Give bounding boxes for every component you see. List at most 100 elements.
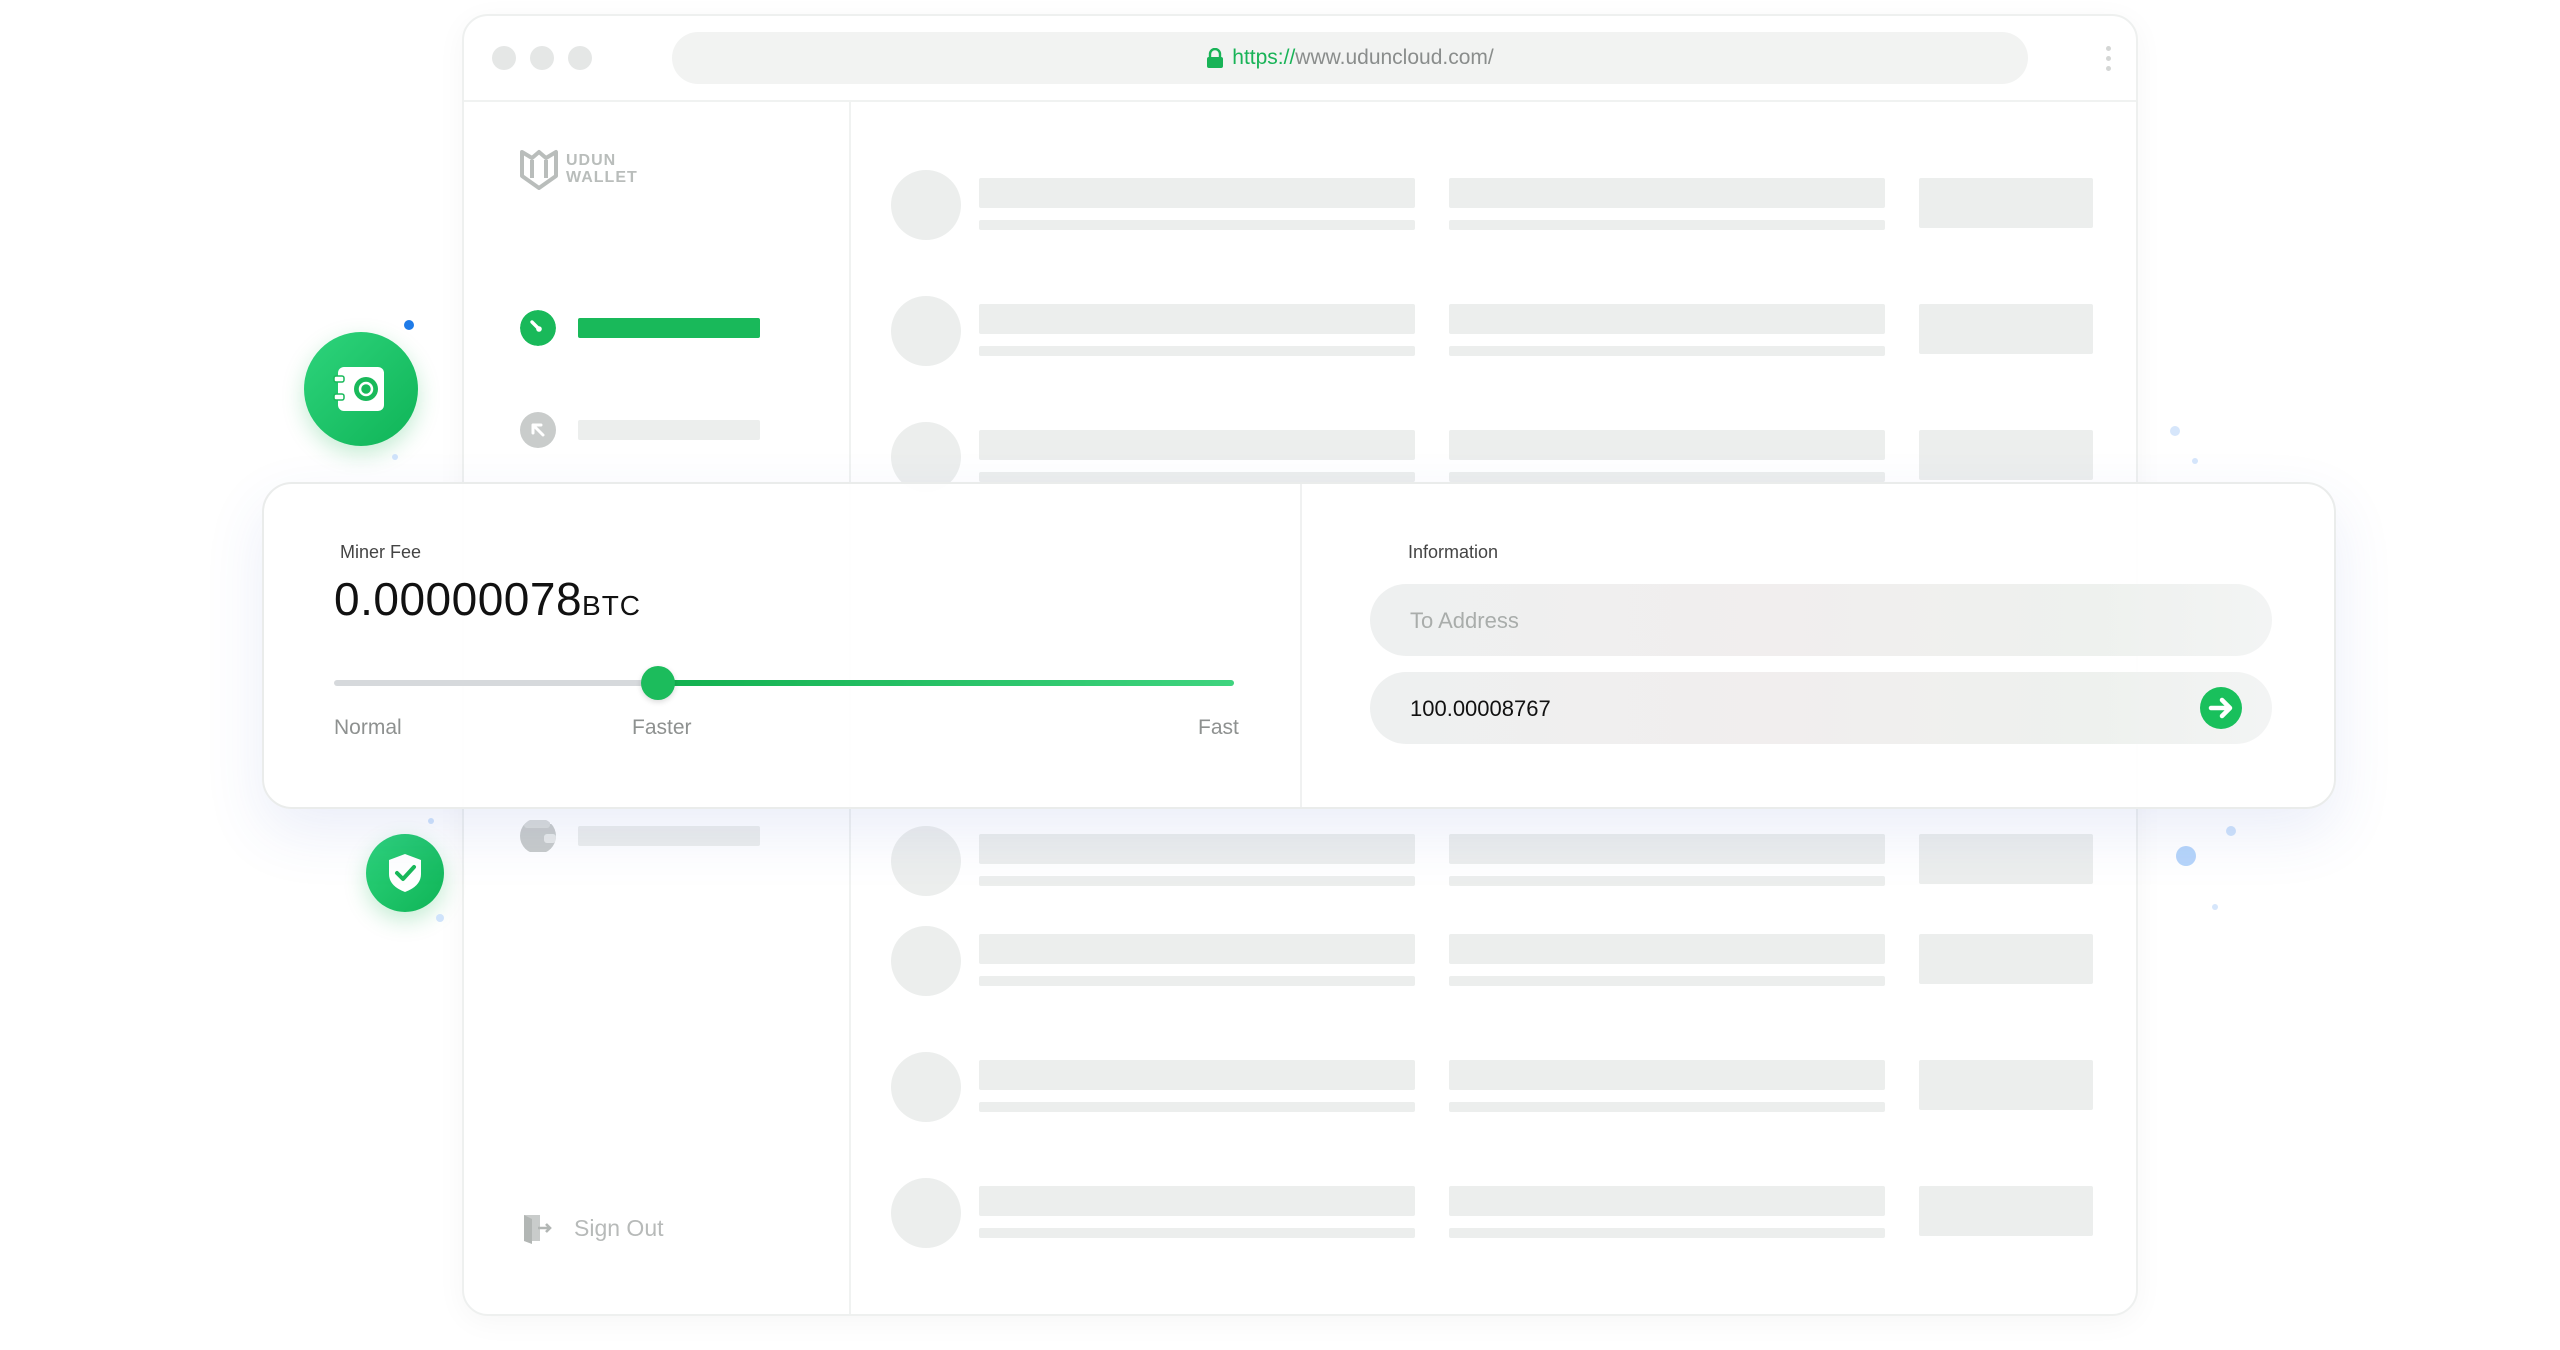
udun-wallet-logo[interactable]: UDUN WALLET (520, 148, 638, 190)
arrow-right-icon (2208, 697, 2233, 719)
skeleton-subtitle (979, 220, 1415, 230)
information-label: Information (1408, 542, 1499, 562)
sparkle-dot (436, 914, 444, 922)
skeleton-value (1919, 834, 2093, 884)
fee-tick-fast[interactable]: Fast (1198, 716, 1239, 740)
lock-icon (1207, 48, 1224, 68)
amount-value: 100.00008767 (1410, 696, 1551, 721)
fee-tick-faster[interactable]: Faster (632, 716, 692, 740)
fee-amount: 0.00000078 (334, 573, 583, 625)
sidebar-item-placeholder-bar (578, 826, 760, 846)
skeleton-value (1919, 178, 2093, 228)
miner-fee-value: 0.00000078BTC (334, 572, 641, 626)
skeleton-value (1919, 430, 2093, 480)
skeleton-title (1449, 304, 1885, 334)
list-item[interactable] (891, 170, 2096, 240)
skeleton-subtitle (979, 1228, 1415, 1238)
window-maximize-dot[interactable] (568, 46, 592, 70)
browser-menu-icon[interactable] (2106, 46, 2112, 76)
skeleton-subtitle (979, 976, 1415, 986)
skeleton-subtitle (1449, 472, 1885, 482)
to-address-field[interactable]: To Address (1370, 584, 2272, 656)
to-address-placeholder: To Address (1410, 608, 1519, 633)
skeleton-title (979, 304, 1415, 334)
skeleton-title (979, 1186, 1415, 1216)
address-bar[interactable]: https://www.uduncloud.com/ (672, 32, 2028, 84)
sidebar-item-placeholder-bar (578, 420, 760, 440)
shield-badge (366, 834, 444, 912)
miner-fee-label: Miner Fee (340, 542, 422, 562)
skeleton-subtitle (979, 1102, 1415, 1112)
sign-out-button[interactable]: Sign Out (520, 1212, 664, 1244)
skeleton-subtitle (1449, 346, 1885, 356)
avatar (891, 170, 961, 240)
sidebar-item-active-bar (578, 318, 760, 338)
sparkle-dot (428, 818, 434, 824)
logo-line-1: UDUN (566, 152, 617, 169)
skeleton-value (1919, 1186, 2093, 1236)
skeleton-title (1449, 430, 1885, 460)
fee-tick-normal[interactable]: Normal (334, 716, 402, 740)
window-minimize-dot[interactable] (530, 46, 554, 70)
sparkle-dot (2226, 826, 2236, 836)
withdraw-arrow-icon (520, 412, 556, 448)
skeleton-subtitle (979, 472, 1415, 482)
logo-line-2: WALLET (566, 169, 638, 186)
list-item[interactable] (891, 926, 2096, 996)
fee-slider-fill (658, 680, 1234, 686)
skeleton-subtitle (1449, 976, 1885, 986)
sidebar-item-dashboard[interactable] (520, 310, 760, 346)
skeleton-title (1449, 178, 1885, 208)
wallet-icon (520, 820, 556, 852)
sparkle-dot (2212, 904, 2218, 910)
skeleton-title (979, 934, 1415, 964)
list-item[interactable] (891, 1052, 2096, 1122)
skeleton-value (1919, 1060, 2093, 1110)
safe-vault-icon (333, 367, 384, 411)
skeleton-title (979, 1060, 1415, 1090)
skeleton-title (979, 178, 1415, 208)
fee-unit: BTC (582, 590, 642, 621)
list-item[interactable] (891, 826, 2096, 896)
skeleton-title (1449, 834, 1885, 864)
window-close-dot[interactable] (492, 46, 516, 70)
udun-logo-icon (520, 150, 558, 190)
skeleton-subtitle (979, 876, 1415, 886)
avatar (891, 1178, 961, 1248)
card-divider (1300, 484, 1302, 807)
sparkle-dot (392, 454, 398, 460)
skeleton-subtitle (1449, 1228, 1885, 1238)
skeleton-subtitle (1449, 876, 1885, 886)
sign-out-label: Sign Out (574, 1214, 664, 1241)
amount-field[interactable]: 100.00008767 (1370, 672, 2272, 744)
browser-titlebar: https://www.uduncloud.com/ (464, 16, 2136, 102)
send-button[interactable] (2200, 687, 2242, 729)
avatar (891, 296, 961, 366)
sparkle-dot (404, 320, 414, 330)
list-item[interactable] (891, 1178, 2096, 1248)
sparkle-dot (2176, 846, 2196, 866)
skeleton-title (1449, 1186, 1885, 1216)
skeleton-title (979, 430, 1415, 460)
avatar (891, 1052, 961, 1122)
url-protocol: https:// (1232, 46, 1296, 69)
avatar (891, 926, 961, 996)
sidebar-item-withdraw[interactable] (520, 412, 760, 448)
skeleton-value (1919, 304, 2093, 354)
avatar (891, 826, 961, 896)
skeleton-title (979, 834, 1415, 864)
skeleton-value (1919, 934, 2093, 984)
send-transaction-card: Miner Fee 0.00000078BTC Normal Faster Fa… (262, 482, 2336, 809)
sparkle-dot (2170, 426, 2180, 436)
skeleton-subtitle (1449, 220, 1885, 230)
safe-vault-badge (304, 332, 418, 446)
fee-slider-handle[interactable] (641, 666, 675, 700)
skeleton-title (1449, 1060, 1885, 1090)
skeleton-subtitle (979, 346, 1415, 356)
skeleton-title (1449, 934, 1885, 964)
sparkle-dot (2192, 458, 2198, 464)
sidebar-item-wallet[interactable] (520, 818, 760, 854)
skeleton-subtitle (1449, 1102, 1885, 1112)
list-item[interactable] (891, 296, 2096, 366)
dashboard-gauge-icon (520, 310, 556, 346)
